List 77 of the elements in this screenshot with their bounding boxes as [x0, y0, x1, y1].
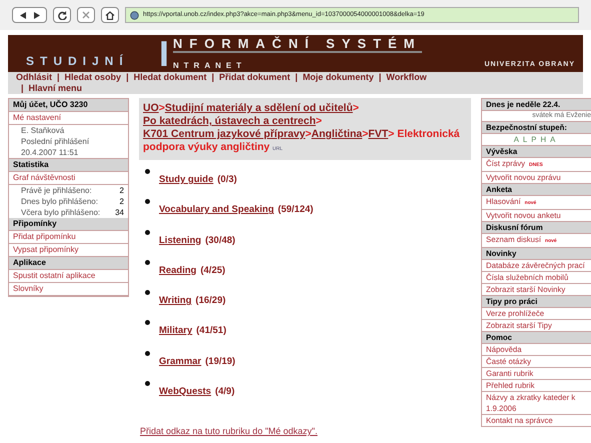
topic-link[interactable]: Reading: [159, 264, 196, 278]
bullet-icon: [145, 350, 150, 356]
topic-link[interactable]: Grammar: [159, 354, 202, 369]
menu-link[interactable]: Přidat dokument: [219, 72, 290, 83]
stat-value: 2: [120, 196, 124, 207]
bullet-icon: [145, 169, 150, 174]
sidebar-link[interactable]: Mé nastavení: [13, 112, 124, 124]
breadcrumb-link[interactable]: Studijní materiály a sdělení od učitelů: [164, 102, 353, 114]
section-header: Připomínky: [9, 218, 128, 231]
home-button[interactable]: [101, 7, 119, 23]
menu-link[interactable]: Hlavní menu: [28, 83, 82, 94]
topic-count: (30/48): [205, 234, 236, 248]
banner-left-text: STUDIJNÍ: [26, 53, 130, 70]
menu-link[interactable]: Workflow: [386, 72, 427, 83]
menu-link[interactable]: Hledat dokument: [134, 72, 207, 83]
banner-initial: I: [159, 37, 170, 71]
back-forward-button[interactable]: [12, 7, 47, 23]
topic-link[interactable]: WebQuests: [159, 384, 212, 399]
sidebar-link[interactable]: Spustit ostatní aplikace: [13, 270, 124, 282]
topic-count: (41/51): [196, 324, 226, 338]
menu-separator: |: [294, 72, 299, 83]
menu-separator: |: [125, 72, 130, 83]
account-info: E. Staňková: [21, 125, 66, 136]
account-info: Poslední přihlášení: [21, 136, 90, 147]
stat-value: 34: [115, 207, 124, 218]
menu-link[interactable]: Moje dokumenty: [302, 72, 374, 83]
topic-count: (19/19): [205, 354, 236, 368]
sidebar-link[interactable]: Graf návštěvnosti: [13, 172, 124, 184]
bullet-icon: [145, 380, 150, 386]
menu-separator: |: [378, 72, 382, 83]
topic-link[interactable]: Writing: [159, 294, 192, 308]
breadcrumb-link[interactable]: Po katedrách, ústavech a centrech: [143, 115, 316, 127]
stop-button[interactable]: [77, 7, 95, 23]
account-info: 20.4.2007 11:51: [21, 147, 80, 158]
stat-value: 2: [120, 185, 124, 196]
add-favorite-link[interactable]: Přidat odkaz na tuto rubriku do "Mé odkazy".: [140, 425, 471, 438]
back-icon: [20, 12, 26, 18]
bullet-icon: [145, 260, 150, 265]
sidebar-link[interactable]: Slovníky: [13, 283, 124, 295]
reload-icon: [58, 10, 66, 20]
stat-label: Právě je přihlášeno:: [20, 185, 93, 196]
bullet-icon: [145, 199, 150, 204]
topic-link[interactable]: Vocabulary and Speaking: [159, 203, 274, 218]
menu-separator: |: [20, 83, 25, 94]
menu-separator: |: [56, 72, 61, 83]
banner-top-text: NFORMAČNÍ SYSTÉM: [173, 37, 422, 53]
bullet-icon: [145, 320, 150, 326]
section-header: Statistika: [9, 159, 128, 172]
topic-link[interactable]: Military: [159, 324, 192, 338]
breadcrumb-link[interactable]: UO: [143, 102, 159, 114]
stat-label: Dnes bylo přihlášeno:: [20, 196, 99, 207]
sidebar-link[interactable]: Přidat připomínku: [13, 231, 124, 243]
bullet-icon: [145, 230, 150, 234]
topic-link[interactable]: Study guide: [159, 173, 214, 188]
topic-count: (4/25): [200, 264, 226, 278]
reload-button[interactable]: [53, 7, 71, 23]
topic-count: (59/124): [278, 203, 314, 218]
bullet-icon: [145, 290, 150, 295]
stat-label: Včera bylo přihlášeno:: [20, 207, 102, 218]
section-header: Můj účet, UČO 3230: [9, 99, 128, 112]
forward-icon: [34, 12, 40, 18]
topic-link[interactable]: Listening: [159, 234, 202, 248]
breadcrumb-link[interactable]: Angličtina: [311, 128, 362, 140]
menu-link[interactable]: Hledat osoby: [64, 72, 122, 83]
sidebar-link[interactable]: Vypsat připomínky: [13, 244, 124, 256]
topic-count: (16/29): [196, 294, 226, 308]
topic-count: (0/3): [217, 173, 237, 187]
section-header: Aplikace: [9, 257, 128, 270]
close-icon: [82, 11, 90, 19]
breadcrumb-link[interactable]: K701 Centrum jazykové přípravy: [143, 128, 306, 140]
menu-link[interactable]: Odhlásit: [16, 72, 52, 83]
globe-icon: [130, 10, 139, 20]
home-icon: [105, 10, 115, 20]
breadcrumb-link[interactable]: FVT: [368, 128, 388, 140]
menu-separator: |: [210, 72, 216, 83]
topic-count: (4/9): [215, 384, 235, 399]
banner-bottom-text: NTRANET: [173, 61, 248, 70]
